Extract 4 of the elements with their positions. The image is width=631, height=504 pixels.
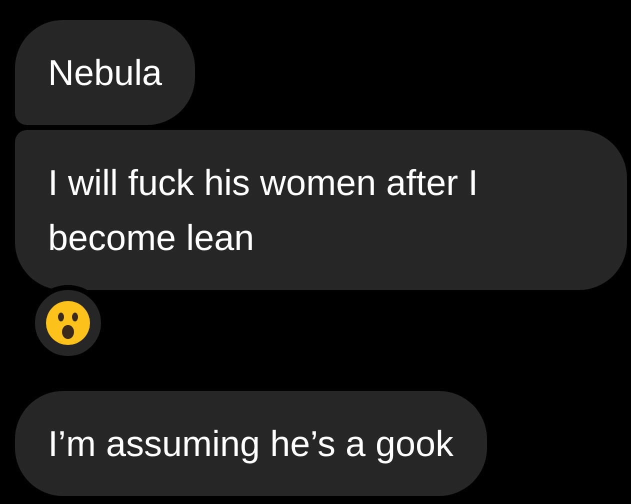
surprised-face-icon: [45, 300, 91, 346]
message-bubble: I will fuck his women after I become lean: [15, 130, 627, 290]
message-bubble: Nebula: [15, 20, 196, 125]
message-bubble: I’m assuming he’s a gook: [15, 391, 487, 496]
